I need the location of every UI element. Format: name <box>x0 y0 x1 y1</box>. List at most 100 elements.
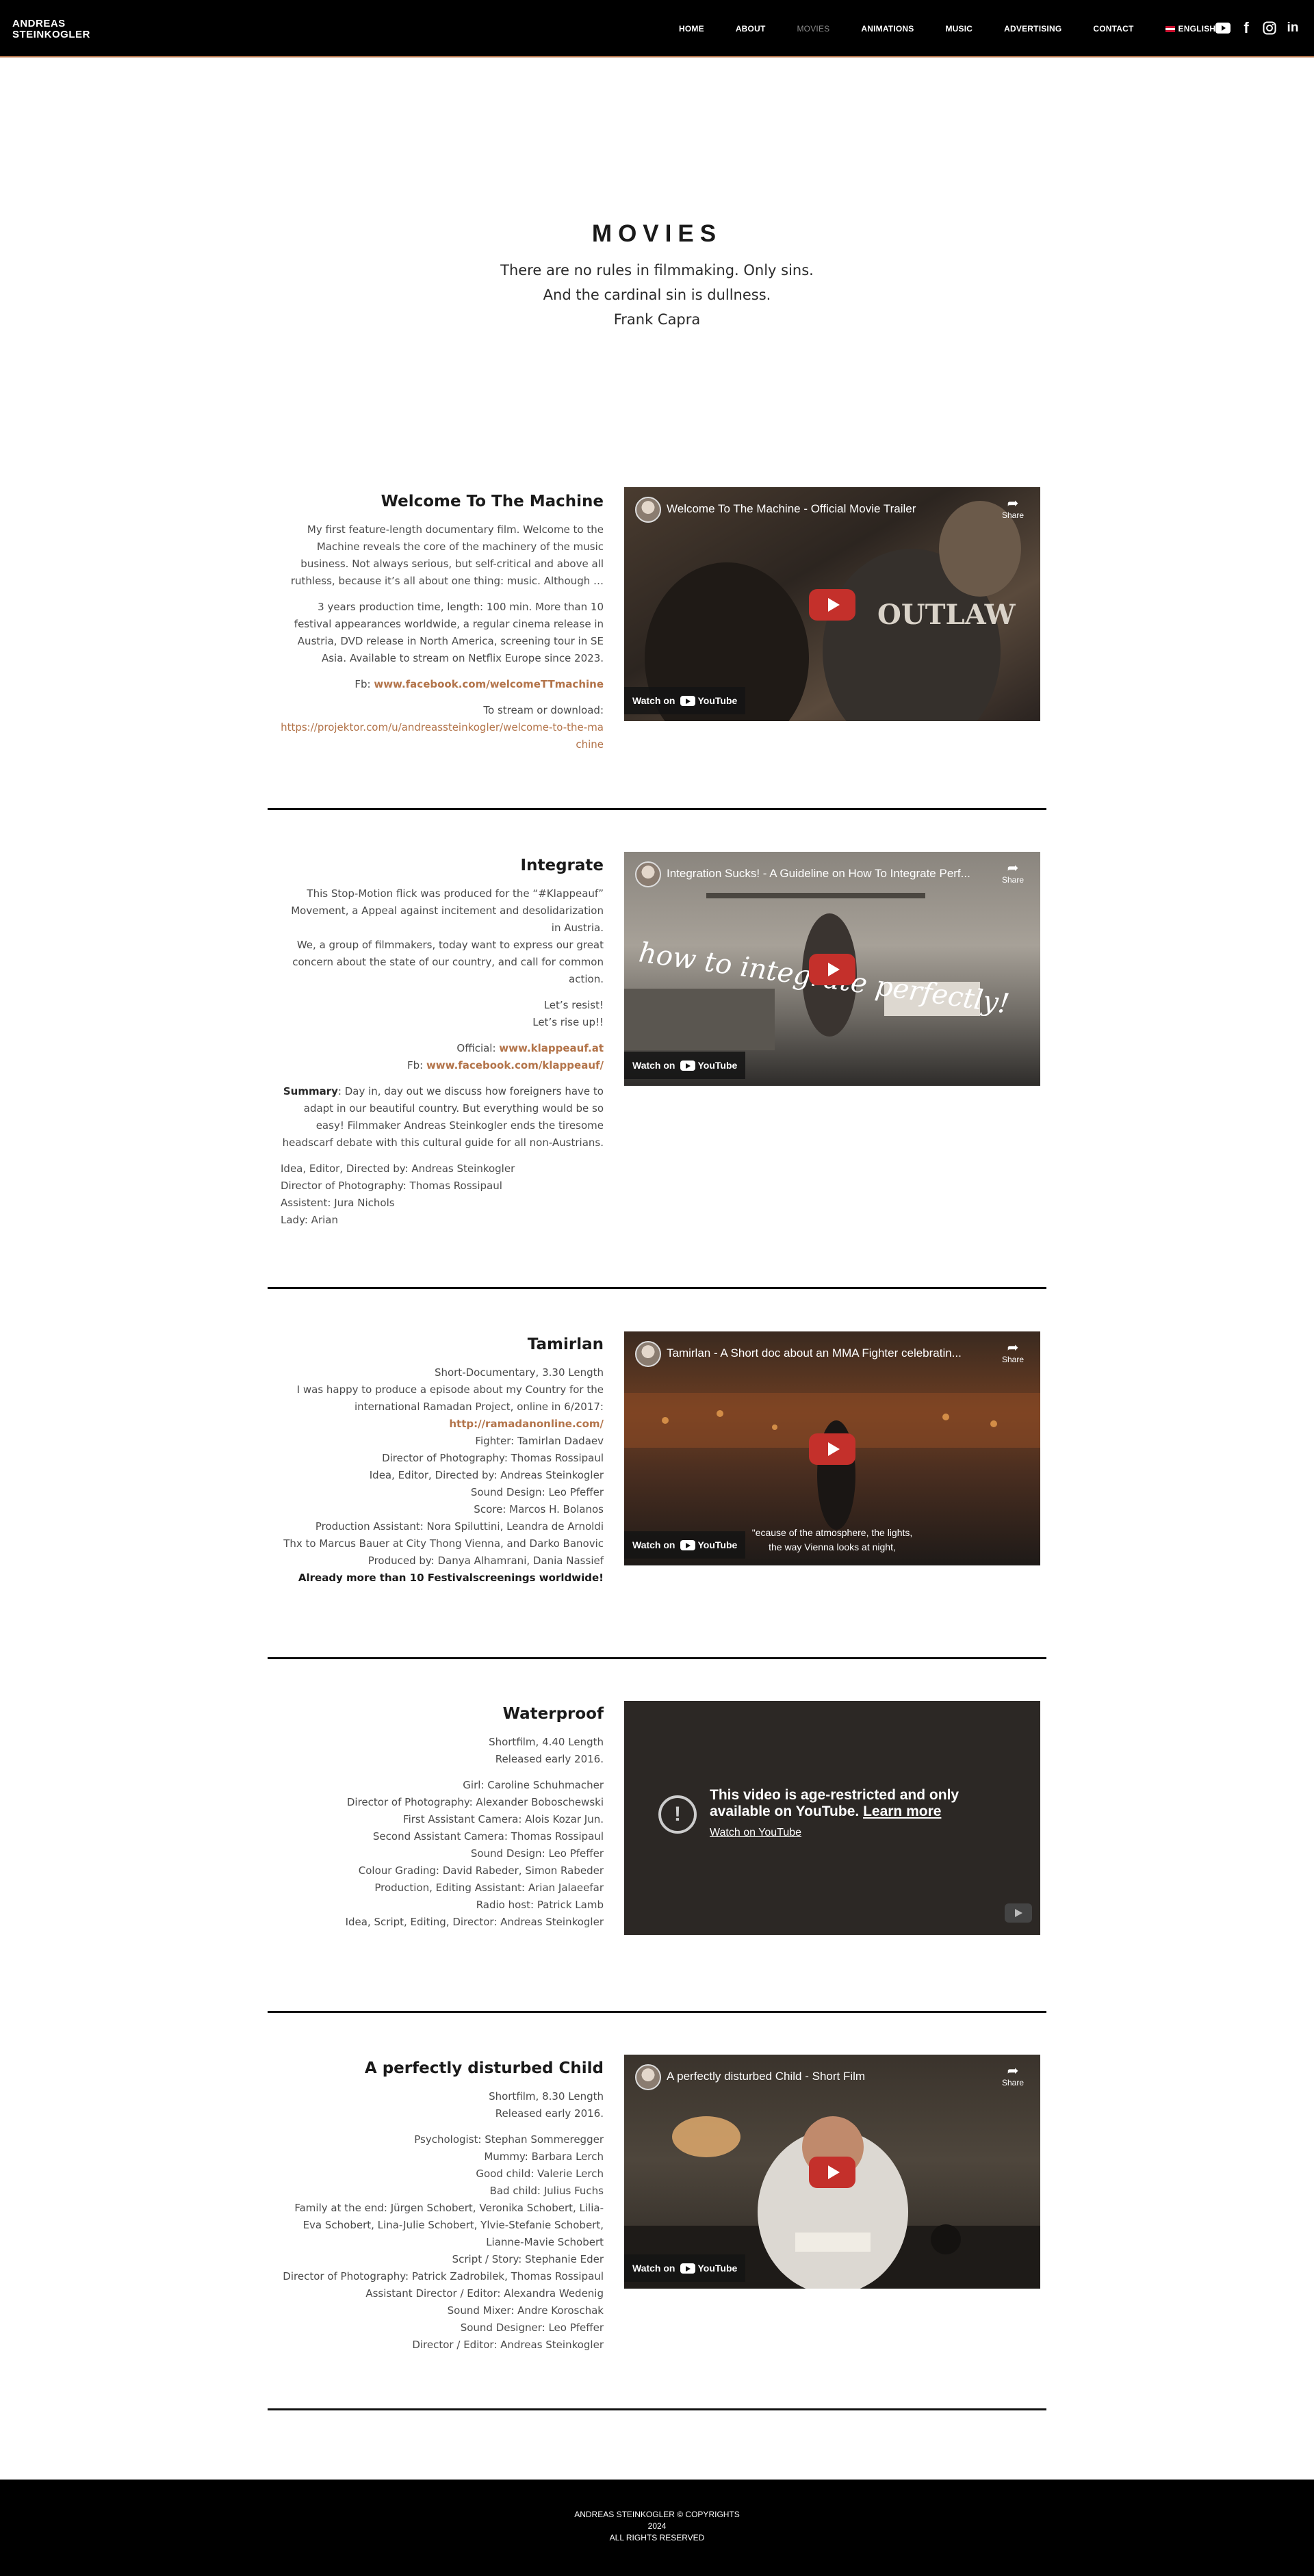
social-links: f in <box>1209 19 1302 36</box>
movie-description-2: We, a group of filmmakers, today want to… <box>292 939 604 985</box>
youtube-logo-icon: YouTube <box>680 1539 737 1550</box>
stream-link[interactable]: https://projektor.com/u/andreassteinkogl… <box>281 719 604 753</box>
video-title[interactable]: Welcome To The Machine - Official Movie … <box>667 502 985 516</box>
share-icon: ➦ <box>1007 2064 1019 2079</box>
watch-on-youtube-button[interactable]: Watch on YouTube <box>624 2254 746 2282</box>
share-label: Share <box>1001 2078 1024 2087</box>
credit-line: Sound Design: Leo Pfeffer <box>470 1847 604 1860</box>
watch-label: Watch on <box>632 695 675 706</box>
nav-home[interactable]: HOME <box>679 24 704 34</box>
credit-line: Idea, Editor, Directed by: Andreas Stein… <box>281 1162 515 1175</box>
youtube-play-icon[interactable] <box>1005 1903 1032 1923</box>
share-label: Share <box>1001 1355 1024 1364</box>
share-icon: ➦ <box>1007 496 1019 511</box>
facebook-link[interactable]: www.facebook.com/welcomeTTmachine <box>374 678 604 690</box>
watch-on-youtube-button[interactable]: Watch on YouTube <box>624 1531 746 1559</box>
video-player-waterproof[interactable]: ! This video is age-restricted and only … <box>624 1701 1040 1935</box>
nav-movies[interactable]: MOVIES <box>797 24 829 34</box>
movie-title: Tamirlan <box>527 1336 604 1353</box>
credit-line: Director / Editor: Andreas Steinkogler <box>412 2339 604 2351</box>
nav-about[interactable]: ABOUT <box>736 24 766 34</box>
video-player-welcome[interactable]: OUTLAW Welcome To The Machine - Official… <box>624 487 1040 721</box>
play-button[interactable] <box>809 1433 855 1465</box>
credit-line: Produced by: Danya Alhamrani, Dania Nass… <box>368 1554 604 1567</box>
credit-line: Fighter: Tamirlan Dadaev <box>475 1435 604 1447</box>
movie-description: I was happy to produce a episode about m… <box>296 1383 604 1413</box>
credit-line: First Assistant Camera: Alois Kozar Jun. <box>403 1813 604 1825</box>
video-player-integrate[interactable]: how to integrate perfectly! Integration … <box>624 852 1040 1086</box>
credit-line: Production, Editing Assistant: Arian Jal… <box>374 1882 604 1894</box>
nav-contact[interactable]: CONTACT <box>1093 24 1133 34</box>
play-button[interactable] <box>809 2157 855 2188</box>
summary: Summary: Day in, day out we discuss how … <box>281 1083 604 1152</box>
watch-on-youtube-button[interactable]: Watch on YouTube <box>624 687 746 714</box>
youtube-wordmark: YouTube <box>697 1539 738 1550</box>
watch-label: Watch on <box>632 1539 675 1550</box>
play-button[interactable] <box>809 589 855 621</box>
official-link[interactable]: www.klappeauf.at <box>499 1042 604 1054</box>
site-logo[interactable]: ANDREAS STEINKOGLER <box>12 18 90 40</box>
resist-line-2: Let’s rise up!! <box>532 1016 604 1028</box>
section-divider <box>268 808 1046 810</box>
video-player-perfectly-disturbed[interactable]: A perfectly disturbed Child - Short Film… <box>624 2055 1040 2289</box>
movie-format: Shortfilm, 8.30 Length <box>489 2090 604 2103</box>
learn-more-link[interactable]: Learn more <box>863 1804 941 1819</box>
facebook-line: Fb: www.facebook.com/klappeauf/ <box>281 1057 604 1074</box>
share-button[interactable]: ➦ Share <box>1002 861 1024 885</box>
ramadan-link[interactable]: http://ramadanonline.com/ <box>281 1416 604 1433</box>
share-label: Share <box>1001 510 1024 520</box>
credits: Idea, Editor, Directed by: Andreas Stein… <box>281 1160 604 1229</box>
nav-advertising[interactable]: ADVERTISING <box>1004 24 1061 34</box>
linkedin-icon[interactable]: in <box>1284 20 1302 36</box>
youtube-icon[interactable] <box>1214 20 1232 36</box>
stream-label: To stream or download: <box>483 704 604 716</box>
movie-title: Waterproof <box>502 1705 604 1723</box>
nav-music[interactable]: MUSIC <box>945 24 972 34</box>
play-button[interactable] <box>809 954 855 985</box>
youtube-wordmark: YouTube <box>697 695 738 706</box>
credit-line: Score: Marcos H. Bolanos <box>474 1503 604 1515</box>
credit-line: Psychologist: Stephan Sommeregger <box>414 2133 604 2146</box>
svg-text:OUTLAW: OUTLAW <box>877 599 1016 631</box>
age-restricted-message: This video is age-restricted and only av… <box>710 1787 997 1820</box>
movie-release: Released early 2016. <box>495 1753 604 1765</box>
channel-avatar[interactable] <box>635 497 661 523</box>
channel-avatar[interactable] <box>635 2064 661 2090</box>
site-header: ANDREAS STEINKOGLER HOME ABOUT MOVIES AN… <box>0 0 1314 57</box>
festival-highlight: Already more than 10 Festivalscreenings … <box>298 1572 604 1584</box>
page-title: MOVIES <box>591 220 723 247</box>
movie-welcome-to-the-machine: Welcome To The Machine My first feature-… <box>281 491 604 753</box>
watch-on-youtube-link[interactable]: Watch on YouTube <box>710 1827 801 1839</box>
official-label: Official: <box>456 1042 500 1054</box>
instagram-icon[interactable] <box>1261 20 1278 36</box>
share-label: Share <box>1001 875 1024 885</box>
youtube-wordmark: YouTube <box>697 2263 738 2274</box>
channel-avatar[interactable] <box>635 1341 661 1367</box>
main-nav: HOME ABOUT MOVIES ANIMATIONS MUSIC ADVER… <box>679 23 1228 35</box>
watch-on-youtube-button[interactable]: Watch on YouTube <box>624 1052 746 1079</box>
facebook-link[interactable]: www.facebook.com/klappeauf/ <box>426 1059 604 1071</box>
video-title[interactable]: Tamirlan - A Short doc about an MMA Figh… <box>667 1346 985 1360</box>
facebook-icon[interactable]: f <box>1237 19 1255 36</box>
credit-line: Thx to Marcus Bauer at City Thong Vienna… <box>283 1537 604 1550</box>
credit-line: Assistent: Jura Nichols <box>281 1197 395 1209</box>
share-button[interactable]: ➦ Share <box>1002 2064 1024 2087</box>
section-divider <box>268 2011 1046 2013</box>
video-title[interactable]: Integration Sucks! - A Guideline on How … <box>667 867 985 881</box>
credit-line: Director of Photography: Alexander Bobos… <box>346 1796 604 1808</box>
rights-line: ALL RIGHTS RESERVED <box>609 2533 705 2542</box>
credit-line: Sound Designer: Leo Pfeffer <box>460 2321 604 2334</box>
video-title[interactable]: A perfectly disturbed Child - Short Film <box>667 2070 985 2083</box>
fb-label: Fb: <box>355 678 374 690</box>
summary-label: Summary <box>283 1085 338 1097</box>
movie-details: 3 years production time, length: 100 min… <box>294 601 604 664</box>
movie-description: This Stop-Motion flick was produced for … <box>291 887 604 934</box>
resist-line-1: Let’s resist! <box>543 999 604 1011</box>
warning-icon: ! <box>658 1795 697 1834</box>
share-button[interactable]: ➦ Share <box>1002 1341 1024 1364</box>
share-button[interactable]: ➦ Share <box>1002 497 1024 520</box>
nav-animations[interactable]: ANIMATIONS <box>861 24 914 34</box>
movie-description: My first feature-length documentary film… <box>290 523 604 587</box>
channel-avatar[interactable] <box>635 861 661 887</box>
video-player-tamirlan[interactable]: Tamirlan - A Short doc about an MMA Figh… <box>624 1331 1040 1565</box>
